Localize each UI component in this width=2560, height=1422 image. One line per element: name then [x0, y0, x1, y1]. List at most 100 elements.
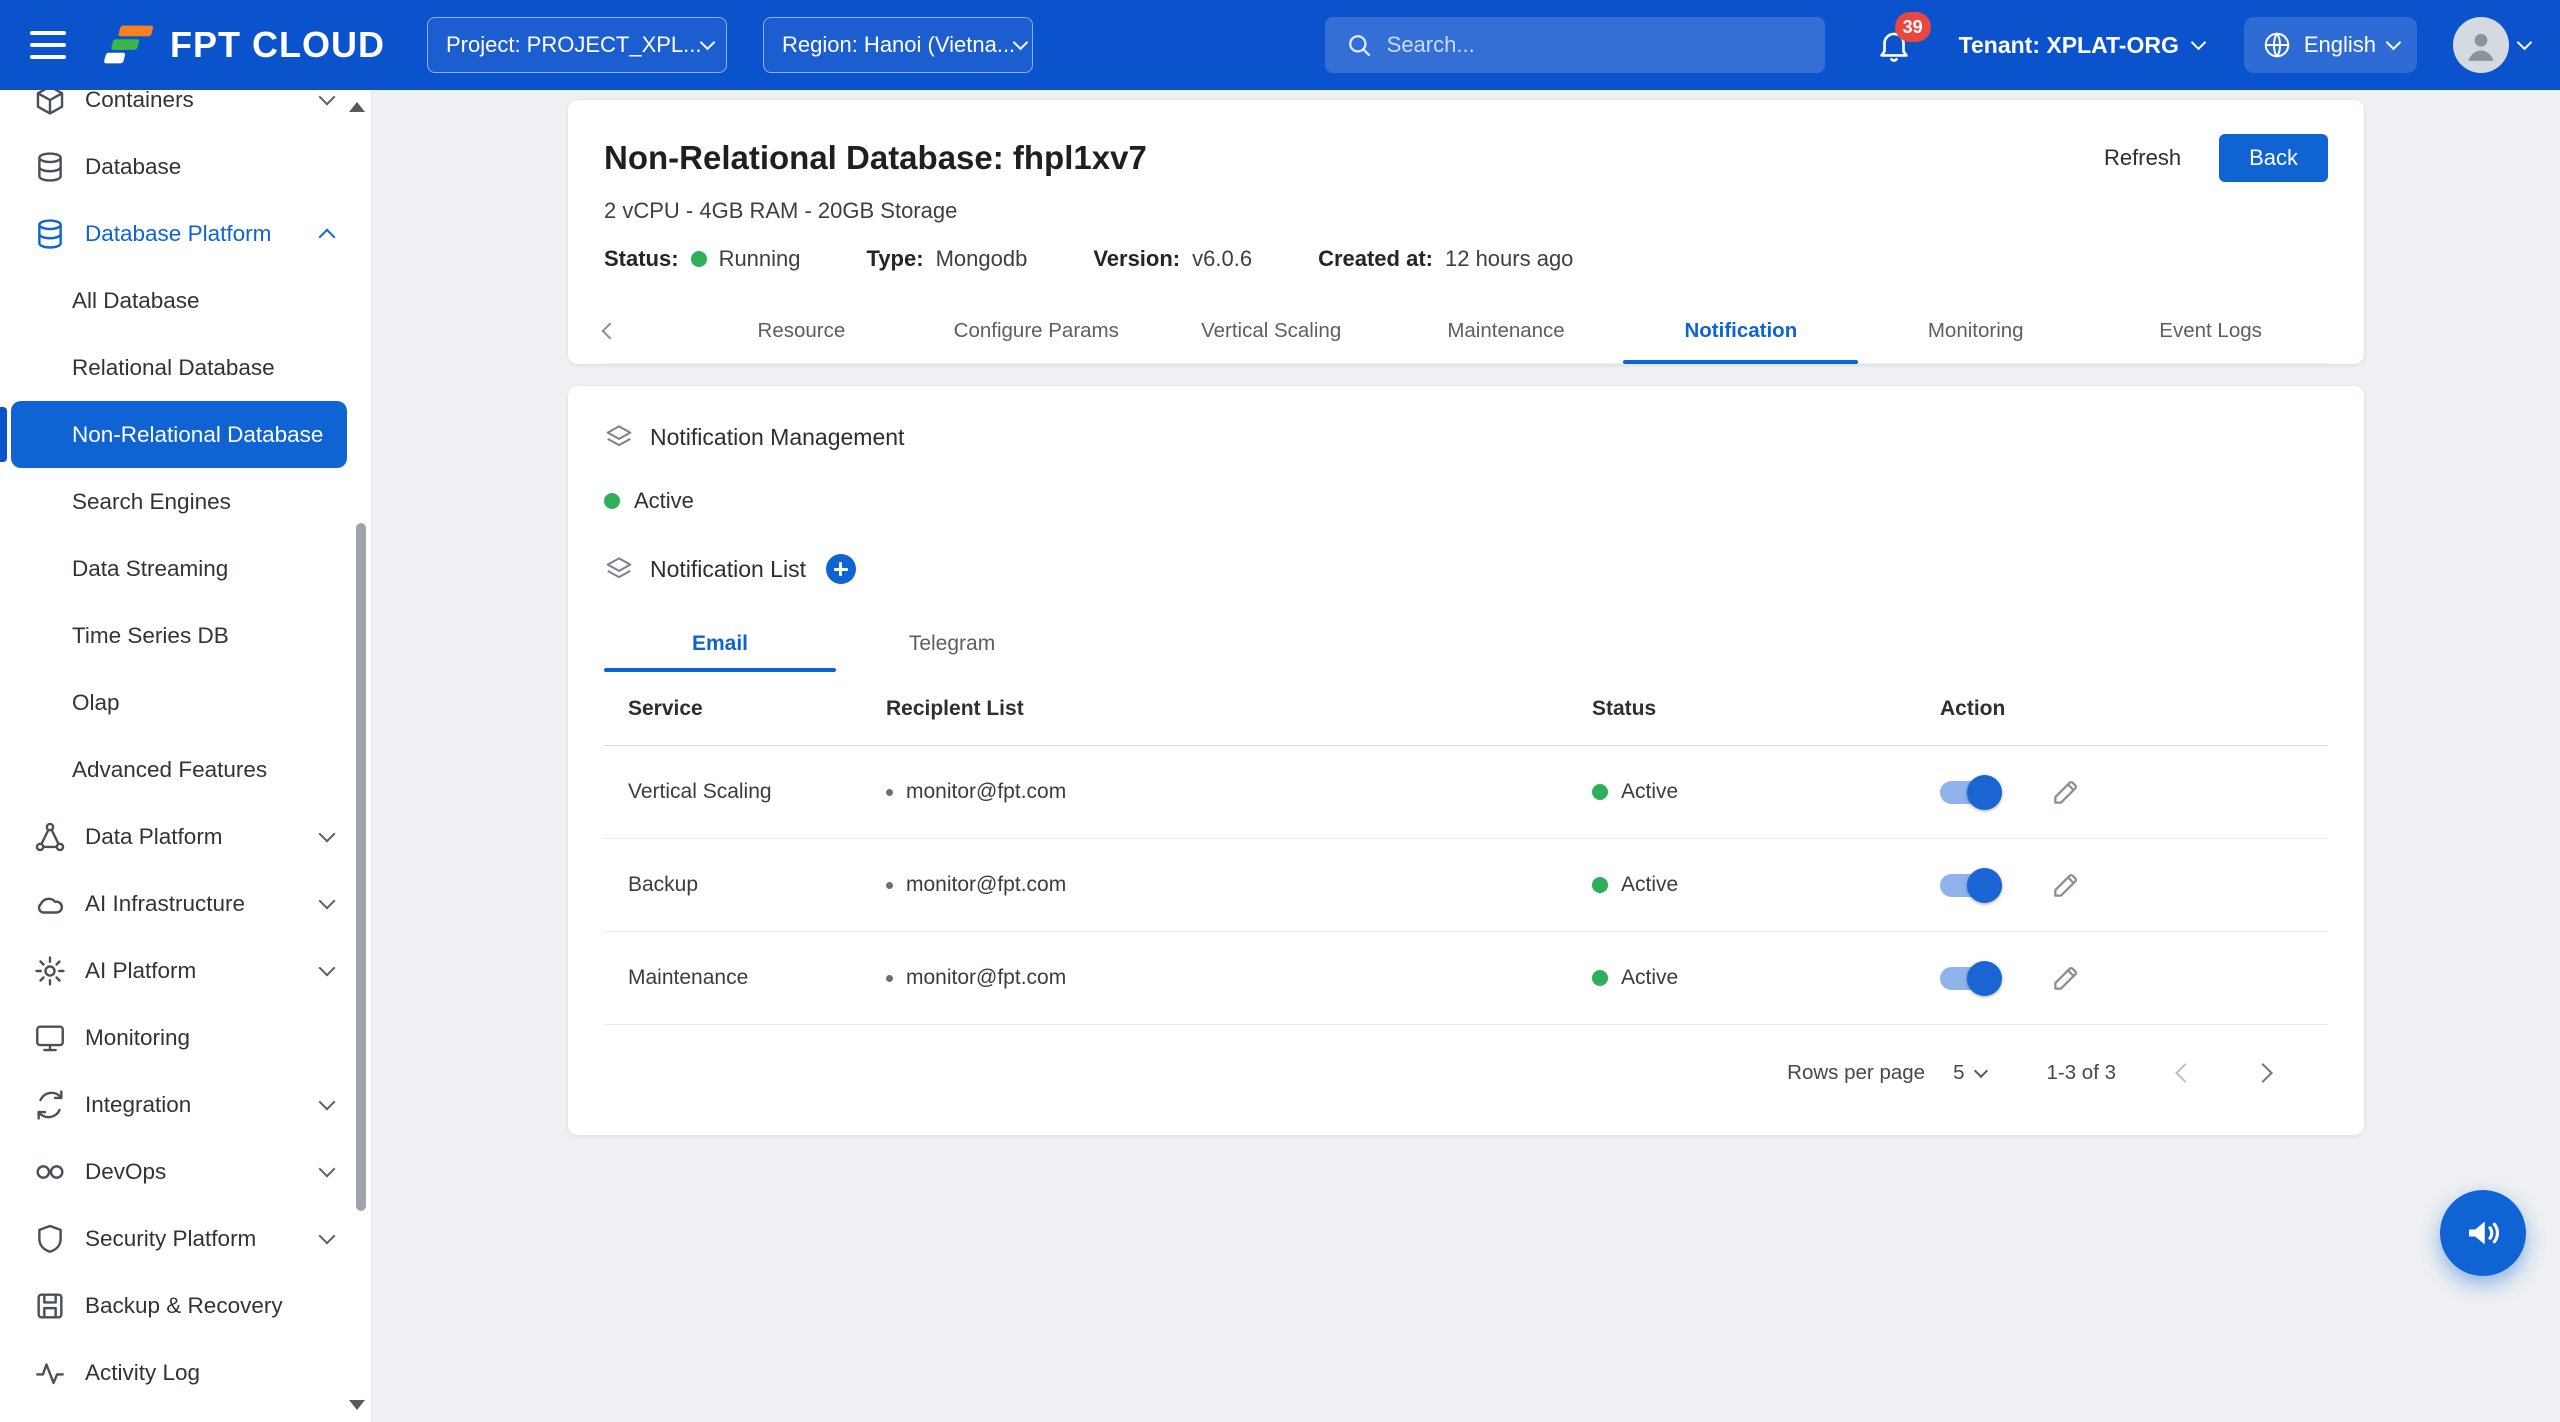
sidebar-item-activity-log[interactable]: Activity Log [0, 1339, 371, 1406]
project-selector[interactable]: Project: PROJECT_XPL... [427, 17, 727, 73]
sidebar-item-security-platform[interactable]: Security Platform [0, 1205, 371, 1272]
edit-icon[interactable] [2050, 869, 2082, 901]
sidebar-item-integration[interactable]: Integration [0, 1071, 371, 1138]
table-header-row: Service Reciplent List Status Action [604, 672, 2328, 746]
sidebar-item-label: AI Infrastructure [85, 891, 303, 917]
tab-vertical-scaling[interactable]: Vertical Scaling [1154, 298, 1389, 363]
chevron-down-icon [1974, 1064, 1988, 1078]
tab-notification[interactable]: Notification [1623, 298, 1858, 363]
tenant-selector[interactable]: Tenant: XPLAT-ORG [1959, 32, 2204, 59]
sidebar-item-label: Security Platform [85, 1226, 303, 1252]
avatar [2453, 17, 2509, 73]
sidebar-item-data-platform[interactable]: Data Platform [0, 803, 371, 870]
chevron-down-icon [319, 1228, 336, 1245]
back-button[interactable]: Back [2219, 134, 2328, 182]
tenant-label: Tenant: XPLAT-ORG [1959, 32, 2179, 59]
chevron-up-icon [319, 228, 336, 245]
sidebar-item-containers[interactable]: Containers [0, 90, 371, 133]
notification-toggle[interactable] [1940, 781, 1998, 804]
devops-icon [33, 1155, 67, 1189]
add-notification-button[interactable] [826, 554, 856, 584]
chevron-down-icon [319, 826, 336, 843]
sidebar-item-relational-database[interactable]: Relational Database [0, 334, 371, 401]
announcements-fab[interactable] [2440, 1190, 2526, 1276]
sidebar-item-monitoring[interactable]: Monitoring [0, 1004, 371, 1071]
sidebar-item-search-engines[interactable]: Search Engines [0, 468, 371, 535]
rows-per-page-select[interactable]: 5 [1953, 1061, 1986, 1085]
chevron-down-icon [1013, 35, 1029, 51]
column-status: Status [1592, 697, 1940, 721]
column-action: Action [1940, 697, 2328, 721]
table-row: Vertical Scaling monitor@fpt.com Active [604, 746, 2328, 839]
service-cell: Backup [628, 873, 886, 897]
sidebar-item-ai-platform[interactable]: AI Platform [0, 937, 371, 1004]
chevron-down-icon [319, 90, 336, 105]
user-icon [2462, 26, 2500, 64]
chevron-down-icon [699, 35, 715, 51]
sidebar-item-label: Integration [85, 1092, 303, 1118]
sidebar-item-ai-infrastructure[interactable]: AI Infrastructure [0, 870, 371, 937]
tab-email[interactable]: Email [604, 614, 836, 672]
sidebar-item-advanced-features[interactable]: Advanced Features [0, 736, 371, 803]
edit-icon[interactable] [2050, 962, 2082, 994]
language-selector[interactable]: English [2244, 17, 2417, 73]
tab-monitoring[interactable]: Monitoring [1858, 298, 2093, 363]
sidebar-item-all-database[interactable]: All Database [0, 267, 371, 334]
sidebar-item-non-relational-database[interactable]: Non-Relational Database [11, 401, 347, 468]
recipient-email: monitor@fpt.com [906, 966, 1066, 990]
spec-summary: 2 vCPU - 4GB RAM - 20GB Storage [604, 198, 2328, 224]
sidebar-item-label: Relational Database [72, 355, 371, 381]
chevron-down-icon [319, 1161, 336, 1178]
scrollbar-up-icon[interactable] [349, 102, 365, 112]
previous-page-button[interactable] [2175, 1063, 2195, 1083]
notifications-button[interactable]: 39 [1875, 26, 1913, 64]
integration-icon [33, 1088, 67, 1122]
tab-resource[interactable]: Resource [684, 298, 919, 363]
user-menu[interactable] [2453, 17, 2530, 73]
notification-list-header: Notification List [604, 554, 2328, 584]
sidebar-item-olap[interactable]: Olap [0, 669, 371, 736]
header-actions: 39 Tenant: XPLAT-ORG English [1875, 17, 2530, 73]
scrollbar-down-icon[interactable] [349, 1400, 365, 1410]
edit-icon[interactable] [2050, 776, 2082, 808]
search-box[interactable] [1325, 17, 1825, 73]
status-cell: Active [1592, 966, 1940, 990]
sidebar-item-database[interactable]: Database [0, 133, 371, 200]
fpt-logo-icon [98, 23, 156, 67]
action-cell [1940, 869, 2328, 901]
chevron-down-icon [319, 893, 336, 910]
notification-toggle[interactable] [1940, 874, 1998, 897]
next-page-button[interactable] [2253, 1063, 2273, 1083]
tab-telegram[interactable]: Telegram [836, 614, 1068, 672]
monitor-icon [33, 1021, 67, 1055]
backup-icon [33, 1289, 67, 1323]
region-selector[interactable]: Region: Hanoi (Vietna... [763, 17, 1033, 73]
sidebar-scrollbar[interactable] [356, 523, 366, 1211]
sidebar-item-label: Search Engines [72, 489, 371, 515]
sidebar-item-backup-recovery[interactable]: Backup & Recovery [0, 1272, 371, 1339]
notification-badge: 39 [1895, 12, 1931, 42]
sidebar-item-time-series-db[interactable]: Time Series DB [0, 602, 371, 669]
tab-event-logs[interactable]: Event Logs [2093, 298, 2328, 363]
recipient-email: monitor@fpt.com [906, 873, 1066, 897]
status-dot [1592, 877, 1608, 893]
version-value: v6.0.6 [1192, 246, 1252, 272]
menu-icon[interactable] [30, 31, 66, 59]
sidebar-item-devops[interactable]: DevOps [0, 1138, 371, 1205]
sidebar-item-data-streaming[interactable]: Data Streaming [0, 535, 371, 602]
tab-maintenance[interactable]: Maintenance [1389, 298, 1624, 363]
search-input[interactable] [1387, 32, 1805, 58]
notification-toggle[interactable] [1940, 967, 1998, 990]
refresh-button[interactable]: Refresh [2104, 145, 2181, 171]
status-dot [604, 493, 620, 509]
tab-configure-params[interactable]: Configure Params [919, 298, 1154, 363]
table-row: Backup monitor@fpt.com Active [604, 839, 2328, 932]
sidebar-item-database-platform[interactable]: Database Platform [0, 200, 371, 267]
database-platform-icon [33, 217, 67, 251]
created-label: Created at: [1318, 246, 1433, 272]
status-cell: Active [1592, 780, 1940, 804]
globe-icon [2262, 30, 2292, 60]
page-title: Non-Relational Database: fhpl1xv7 [604, 139, 2104, 177]
tabs-scroll-left-button[interactable] [604, 298, 684, 363]
fpt-cloud-logo[interactable]: FPT CLOUD [98, 23, 385, 67]
